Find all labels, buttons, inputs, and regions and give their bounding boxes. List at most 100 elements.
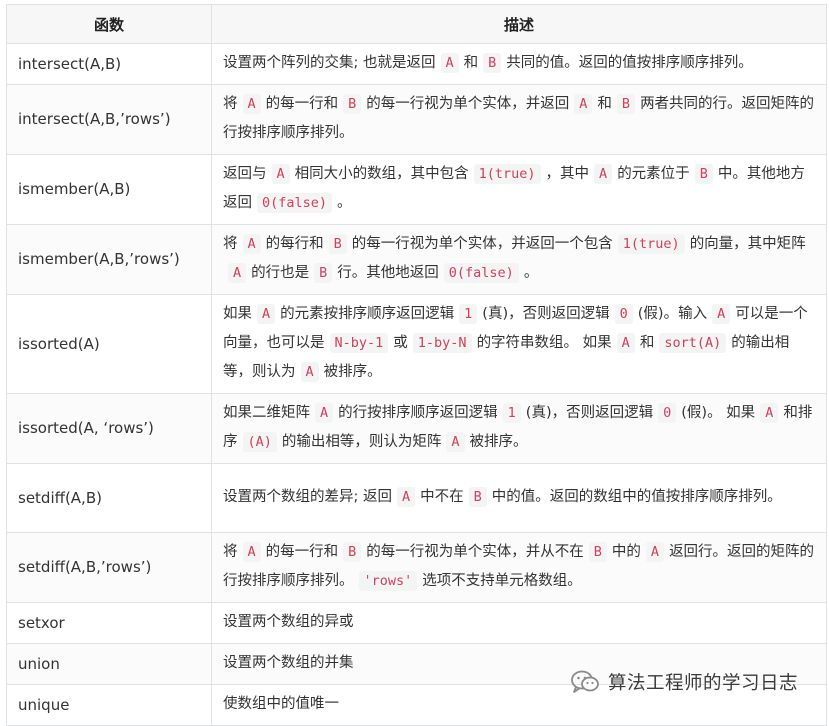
- table-row: setxor 设置两个数组的异或: [6, 602, 827, 644]
- function-name-cell: unique: [6, 684, 212, 726]
- description-text: 被排序。: [323, 364, 382, 380]
- inline-code: B: [468, 487, 487, 507]
- description-text: 的元素按排序顺序返回逻辑: [280, 306, 455, 322]
- inline-code: A: [228, 263, 247, 283]
- description-text: (假)。 如果: [681, 405, 756, 421]
- inline-code: B: [694, 164, 713, 184]
- description-text: 的每一行视为单个实体，并返回一个包含: [351, 236, 613, 252]
- description-text: 选项不支持单元格数组。: [422, 573, 582, 589]
- description-text: 中的: [611, 544, 641, 560]
- inline-code: 0: [658, 403, 677, 423]
- inline-code: A: [271, 164, 290, 184]
- description-text: 的每行和: [265, 236, 324, 252]
- description-text: ，其中: [545, 166, 590, 182]
- description-text: 设置两个数组的并集: [223, 655, 354, 671]
- inline-code: B: [314, 263, 333, 283]
- function-name-cell: setdiff(A,B): [6, 463, 212, 533]
- description-text: 的行按排序顺序返回逻辑: [338, 405, 498, 421]
- description-text: 相同大小的数组，其中包含: [294, 166, 469, 182]
- description-cell: 如果 A 的元素按排序顺序返回逻辑 1 (真)，否则返回逻辑 0 (假)。输入 A 可以是一个向…: [211, 294, 827, 394]
- inline-code: 0: [614, 304, 633, 324]
- description-text: 。: [523, 265, 539, 281]
- table-row: issorted(A, ‘rows’) 如果二维矩阵 A 的行按排序顺序返回逻辑 1 (真…: [6, 393, 827, 464]
- description-text: 的每一行和: [265, 96, 339, 112]
- inline-code: A: [594, 164, 613, 184]
- inline-code: (A): [242, 432, 277, 452]
- function-name-cell: ismember(A,B,’rows’): [6, 224, 212, 295]
- description-cell: 返回与 A 相同大小的数组，其中包含 1(true) ，其中 A 的元素位于 B 中。其他地方返…: [211, 154, 827, 225]
- description-cell: 设置两个阵列的交集; 也就是返回 A 和 B 共同的值。返回的值按排序顺序排列。: [211, 43, 827, 85]
- description-text: 的行也是: [251, 265, 310, 281]
- inline-code: A: [242, 542, 261, 562]
- inline-code: 1: [459, 304, 478, 324]
- description-text: 将: [223, 96, 238, 112]
- inline-code: B: [343, 542, 362, 562]
- inline-code: A: [257, 304, 276, 324]
- description-text: 的每一行视为单个实体，并从不在: [366, 544, 584, 560]
- description-cell: 设置两个数组的异或: [211, 602, 827, 644]
- description-text: 将: [223, 236, 238, 252]
- table-row: issorted(A) 如果 A 的元素按排序顺序返回逻辑 1 (真)，否则返回逻辑 0 (假…: [6, 294, 827, 394]
- description-cell: 将 A 的每行和 B 的每一行视为单个实体，并返回一个包含 1(true) 的向量，其中矩阵…: [211, 224, 827, 295]
- description-text: 将: [223, 544, 238, 560]
- inline-code: A: [712, 304, 731, 324]
- description-text: 或: [393, 335, 408, 351]
- function-name-cell: union: [6, 643, 212, 685]
- function-name-cell: setxor: [6, 602, 212, 644]
- description-text: 中不在: [420, 489, 464, 505]
- description-cell: 设置两个数组的差异; 返回 A 中不在 B 中的值。返回的数组中的值按排序顺序排列。: [211, 463, 827, 533]
- description-text: 。: [337, 195, 352, 211]
- inline-code: B: [588, 542, 607, 562]
- description-text: 设置两个阵列的交集; 也就是返回: [223, 55, 436, 71]
- inline-code: A: [616, 333, 635, 353]
- inline-code: 1(true): [617, 234, 685, 254]
- description-text: 和: [463, 55, 479, 71]
- table-body: intersect(A,B) 设置两个阵列的交集; 也就是返回 A 和 B 共同的值。返回…: [6, 43, 827, 726]
- description-text: 使数组中的值唯一: [223, 696, 339, 712]
- table-row: ismember(A,B) 返回与 A 相同大小的数组，其中包含 1(true) ，其中 A…: [6, 154, 827, 225]
- inline-code: A: [645, 542, 665, 562]
- functions-table: 函数 描述 intersect(A,B) 设置两个阵列的交集; 也就是返回 A 和 B 共…: [6, 4, 827, 726]
- description-text: 和: [639, 335, 655, 351]
- inline-code: 0(false): [257, 193, 333, 213]
- table-row: intersect(A,B,’rows’) 将 A 的每一行和 B 的每一行视为单个实体，…: [6, 84, 827, 155]
- inline-code: A: [397, 487, 416, 507]
- description-cell: 如果二维矩阵 A 的行按排序顺序返回逻辑 1 (真)，否则返回逻辑 0 (假)。 如果 A 和排…: [211, 393, 827, 464]
- description-text: 的字符串数组。 如果: [476, 335, 612, 351]
- description-text: 中的值。返回的数组中的值按排序顺序排列。: [491, 489, 782, 505]
- description-text: 的元素位于: [617, 166, 690, 182]
- header-function: 函数: [6, 4, 212, 44]
- watermark: 算法工程师的学习日志: [570, 664, 798, 700]
- function-name-cell: issorted(A, ‘rows’): [6, 393, 212, 464]
- function-name-cell: intersect(A,B,’rows’): [6, 84, 212, 155]
- description-text: 被排序。: [469, 434, 528, 450]
- watermark-text: 算法工程师的学习日志: [608, 673, 799, 694]
- inline-code: N-by-1: [329, 333, 389, 353]
- inline-code: A: [242, 94, 261, 114]
- description-cell: 将 A 的每一行和 B 的每一行视为单个实体，并从不在 B 中的 A 返回行。返回的矩阵的行按排…: [211, 532, 827, 603]
- description-text: (假)。输入: [637, 306, 708, 322]
- description-text: 的每一行和: [265, 544, 339, 560]
- description-text: 设置两个数组的异或: [223, 614, 354, 630]
- description-text: 的每一行视为单个实体，并返回: [366, 96, 570, 112]
- inline-code: B: [483, 53, 502, 73]
- description-text: 共同的值。返回的值按排序顺序排列。: [506, 55, 753, 71]
- description-text: 和: [597, 96, 612, 112]
- function-name-cell: ismember(A,B): [6, 154, 212, 225]
- inline-code: A: [574, 94, 593, 114]
- table-row: setdiff(A,B) 设置两个数组的差异; 返回 A 中不在 B 中的值。返回的数组中…: [6, 463, 827, 533]
- inline-code: 'rows': [358, 571, 418, 591]
- inline-code: B: [616, 94, 636, 114]
- inline-code: 1-by-N: [412, 333, 472, 353]
- inline-code: 0(false): [443, 263, 519, 283]
- inline-code: A: [760, 403, 779, 423]
- inline-code: A: [315, 403, 334, 423]
- inline-code: A: [446, 432, 465, 452]
- inline-code: B: [328, 234, 347, 254]
- description-text: 设置两个数组的差异; 返回: [223, 489, 392, 505]
- inline-code: A: [440, 53, 459, 73]
- inline-code: B: [343, 94, 362, 114]
- table-row: ismember(A,B,’rows’) 将 A 的每行和 B 的每一行视为单个实体，并返…: [6, 224, 827, 295]
- description-text: 的向量，其中矩阵: [689, 236, 806, 252]
- description-text: 返回与: [223, 166, 267, 182]
